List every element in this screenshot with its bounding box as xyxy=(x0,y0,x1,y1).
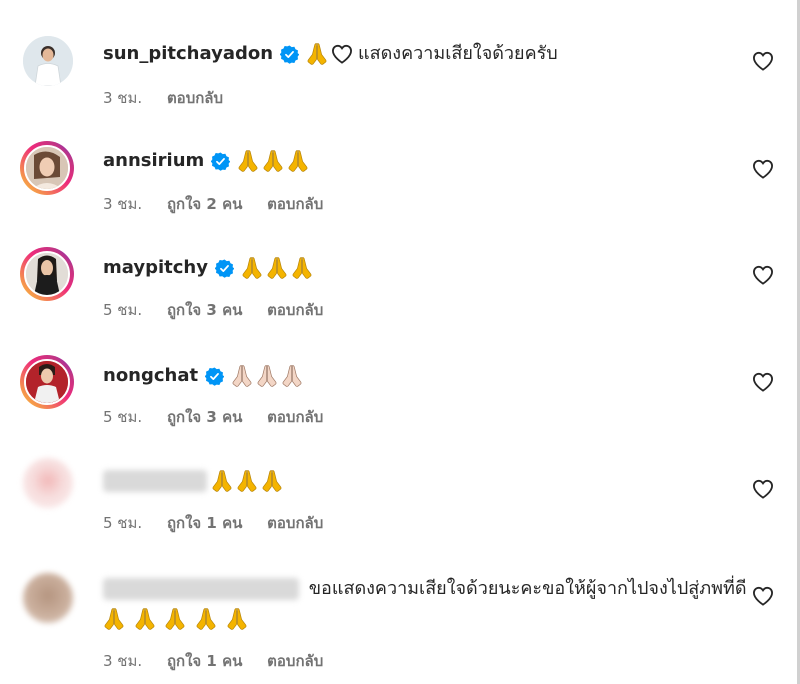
folded-hands-emoji xyxy=(287,149,309,173)
avatar[interactable] xyxy=(23,458,73,508)
comment-body: sun_pitchayadon แสดงความเสียใจด้วยครับ xyxy=(103,42,558,66)
avatar[interactable] xyxy=(20,247,74,301)
like-heart-icon[interactable] xyxy=(752,372,774,392)
comment-body: nongchat xyxy=(103,364,306,388)
folded-hands-emoji xyxy=(195,607,217,631)
username[interactable]: annsirium xyxy=(103,149,204,173)
folded-hands-emoji xyxy=(262,149,284,173)
avatar-image xyxy=(24,359,70,405)
likes-count[interactable]: ถูกใจ 1 คน xyxy=(167,652,242,670)
username-blurred[interactable] xyxy=(103,578,299,600)
likes-count[interactable]: ถูกใจ 3 คน xyxy=(167,408,242,426)
heart-emoji xyxy=(331,44,353,64)
username[interactable]: nongchat xyxy=(103,364,198,388)
comment-meta: 3 ชม. ถูกใจ 2 คน ตอบกลับ xyxy=(103,192,343,216)
folded-hands-emoji xyxy=(241,256,263,280)
verified-badge-icon xyxy=(280,45,299,64)
like-heart-icon[interactable] xyxy=(752,51,774,71)
avatar[interactable] xyxy=(23,36,73,86)
comment-time: 5 ชม. xyxy=(103,408,143,426)
folded-hands-emoji xyxy=(164,607,186,631)
avatar[interactable] xyxy=(23,573,73,623)
folded-hands-emoji xyxy=(211,469,233,493)
likes-count[interactable]: ถูกใจ 3 คน xyxy=(167,301,242,319)
comment-time: 3 ชม. xyxy=(103,195,143,213)
likes-count[interactable]: ถูกใจ 1 คน xyxy=(167,514,242,532)
comment-text: แสดงความเสียใจด้วยครับ xyxy=(358,43,558,64)
comment-meta: 5 ชม. ถูกใจ 1 คน ตอบกลับ xyxy=(103,511,343,535)
avatar-image xyxy=(24,145,70,191)
folded-hands-emoji xyxy=(261,469,283,493)
like-heart-icon[interactable] xyxy=(752,479,774,499)
username-blurred[interactable] xyxy=(103,470,207,492)
username[interactable]: maypitchy xyxy=(103,256,208,280)
comment-meta: 3 ชม. ถูกใจ 1 คน ตอบกลับ xyxy=(103,649,343,673)
reply-button[interactable]: ตอบกลับ xyxy=(267,195,323,213)
comment-body: ขอแสดงความเสียใจด้วยนะคะขอให้ผู้จากไปจงไ… xyxy=(103,574,753,634)
verified-badge-icon xyxy=(211,152,230,171)
folded-hands-emoji xyxy=(237,149,259,173)
folded-hands-emoji xyxy=(266,256,288,280)
avatar[interactable] xyxy=(20,141,74,195)
comment-meta: 3 ชม. ตอบกลับ xyxy=(103,86,243,110)
folded-hands-emoji xyxy=(231,364,253,388)
reply-button[interactable]: ตอบกลับ xyxy=(267,652,323,670)
like-heart-icon[interactable] xyxy=(752,159,774,179)
comment-time: 5 ชม. xyxy=(103,514,143,532)
comment-text: ขอแสดงความเสียใจด้วยนะคะขอให้ผู้จากไปจงไ… xyxy=(308,578,747,599)
avatar-image xyxy=(24,251,70,297)
folded-hands-emoji xyxy=(291,256,313,280)
folded-hands-emoji xyxy=(281,364,303,388)
comment-body xyxy=(103,469,286,493)
folded-hands-emoji xyxy=(306,42,328,66)
reply-button[interactable]: ตอบกลับ xyxy=(267,301,323,319)
comment-time: 3 ชม. xyxy=(103,652,143,670)
verified-badge-icon xyxy=(215,259,234,278)
like-heart-icon[interactable] xyxy=(752,586,774,606)
comment-body: annsirium xyxy=(103,149,312,173)
comment-time: 3 ชม. xyxy=(103,89,143,107)
comment-time: 5 ชม. xyxy=(103,301,143,319)
avatar[interactable] xyxy=(20,355,74,409)
username[interactable]: sun_pitchayadon xyxy=(103,42,273,66)
folded-hands-emoji xyxy=(134,607,156,631)
reply-button[interactable]: ตอบกลับ xyxy=(167,89,223,107)
folded-hands-emoji xyxy=(256,364,278,388)
comment-body: maypitchy xyxy=(103,256,316,280)
folded-hands-emoji xyxy=(103,607,125,631)
reply-button[interactable]: ตอบกลับ xyxy=(267,514,323,532)
folded-hands-emoji xyxy=(226,607,248,631)
folded-hands-emoji xyxy=(236,469,258,493)
likes-count[interactable]: ถูกใจ 2 คน xyxy=(167,195,242,213)
comment-meta: 5 ชม. ถูกใจ 3 คน ตอบกลับ xyxy=(103,405,343,429)
avatar-image xyxy=(23,36,73,86)
like-heart-icon[interactable] xyxy=(752,265,774,285)
reply-button[interactable]: ตอบกลับ xyxy=(267,408,323,426)
verified-badge-icon xyxy=(205,367,224,386)
comment-meta: 5 ชม. ถูกใจ 3 คน ตอบกลับ xyxy=(103,298,343,322)
